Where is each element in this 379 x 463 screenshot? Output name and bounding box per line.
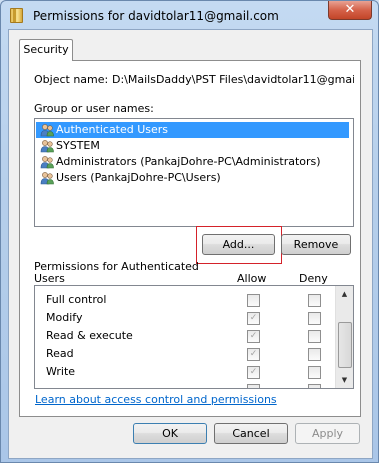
permission-row-modify: Modify ✓ <box>35 309 335 327</box>
permissions-dialog: Permissions for davidtolar11@gmail.com ✕… <box>0 0 379 463</box>
list-item-system[interactable]: SYSTEM <box>36 138 349 154</box>
allow-checkbox-checked[interactable]: ✓ <box>247 366 260 379</box>
title-bar[interactable]: Permissions for davidtolar11@gmail.com ✕ <box>1 1 378 29</box>
allow-column-header: Allow <box>237 272 267 285</box>
user-name: Authenticated Users <box>56 123 169 136</box>
user-name: Users (PankajDohre-PC\Users) <box>56 171 221 184</box>
folder-icon <box>10 8 23 23</box>
users-icon <box>40 156 54 169</box>
tab-security[interactable]: Security <box>19 39 73 61</box>
object-name-label: Object name: <box>34 73 109 86</box>
deny-checkbox[interactable] <box>308 312 321 325</box>
permission-row-read: Read ✓ <box>35 345 335 363</box>
window-title: Permissions for davidtolar11@gmail.com <box>33 9 279 23</box>
permission-row-read-execute: Read & execute ✓ <box>35 327 335 345</box>
apply-button[interactable]: Apply <box>295 423 360 444</box>
permissions-title-line2: Users <box>34 272 65 285</box>
cancel-button[interactable]: Cancel <box>214 423 288 444</box>
dialog-client-area: Security Object name: D:\MailsDaddy\PST … <box>8 29 373 459</box>
permission-row-full-control: Full control <box>35 291 335 309</box>
users-icon <box>40 172 54 185</box>
user-name: SYSTEM <box>56 139 100 152</box>
user-list: Authenticated Users SYSTEM Administrator… <box>34 118 354 227</box>
allow-checkbox-checked[interactable]: ✓ <box>247 330 260 343</box>
remove-button[interactable]: Remove <box>281 234 351 255</box>
deny-checkbox[interactable] <box>308 294 321 307</box>
scroll-up-arrow-icon[interactable]: ▲ <box>337 286 352 302</box>
permission-name: Full control <box>46 293 107 306</box>
learn-access-control-link[interactable]: Learn about access control and permissio… <box>35 393 277 406</box>
deny-checkbox[interactable] <box>308 348 321 361</box>
allow-checkbox-checked[interactable]: ✓ <box>247 348 260 361</box>
permission-name: Modify <box>46 311 83 324</box>
list-item-authenticated-users[interactable]: Authenticated Users <box>36 122 349 138</box>
deny-column-header: Deny <box>299 272 328 285</box>
list-item-users[interactable]: Users (PankajDohre-PC\Users) <box>36 170 349 186</box>
user-name: Administrators (PankajDohre-PC\Administr… <box>56 155 321 168</box>
permission-name: Read <box>46 347 74 360</box>
group-names-label: Group or user names: <box>34 102 154 115</box>
allow-checkbox-checked[interactable]: ✓ <box>247 312 260 325</box>
scroll-down-arrow-icon[interactable]: ▼ <box>337 372 352 388</box>
close-button[interactable]: ✕ <box>328 1 372 20</box>
permissions-scrollbar[interactable]: ▲ ▼ <box>335 286 353 388</box>
deny-checkbox[interactable] <box>308 384 321 388</box>
deny-checkbox[interactable] <box>308 366 321 379</box>
deny-checkbox[interactable] <box>308 330 321 343</box>
allow-checkbox[interactable] <box>247 384 260 388</box>
permission-name: Write <box>46 365 76 378</box>
users-icon <box>40 124 54 137</box>
permission-row-partial <box>35 381 335 388</box>
permission-name: Read & execute <box>46 329 133 342</box>
object-name-value: D:\MailsDaddy\PST Files\davidtolar11@gma… <box>112 73 354 86</box>
allow-checkbox[interactable] <box>247 294 260 307</box>
users-icon <box>40 140 54 153</box>
permission-row-write: Write ✓ <box>35 363 335 381</box>
list-item-administrators[interactable]: Administrators (PankajDohre-PC\Administr… <box>36 154 349 170</box>
add-button[interactable]: Add... <box>202 234 275 255</box>
scrollbar-thumb[interactable] <box>338 322 352 368</box>
permissions-list: Full control Modify ✓ Read & execute ✓ R… <box>34 285 354 389</box>
ok-button[interactable]: OK <box>133 423 207 444</box>
